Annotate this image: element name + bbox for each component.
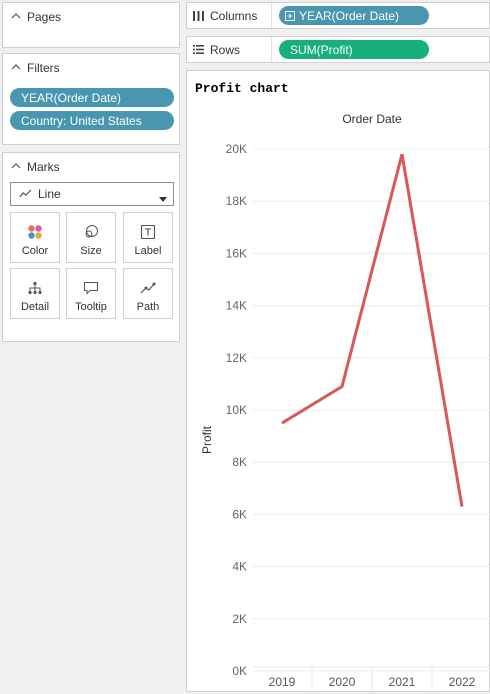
- columns-shelf[interactable]: Columns YEAR(Order Date): [186, 2, 490, 29]
- mark-type-dropdown[interactable]: Line: [10, 182, 174, 206]
- color-label: Color: [21, 245, 49, 257]
- y-tick-label: 0K: [232, 664, 247, 678]
- x-tick-label: 2021: [389, 675, 416, 689]
- y-tick-label: 20K: [226, 142, 247, 156]
- pages-header[interactable]: Pages: [11, 10, 61, 24]
- filter-pill-year[interactable]: YEAR(Order Date): [10, 88, 174, 107]
- y-tick-label: 8K: [232, 455, 247, 469]
- rows-shelf[interactable]: Rows SUM(Profit): [186, 36, 490, 63]
- size-icon: [83, 221, 99, 243]
- profit-series-line: [281, 153, 464, 507]
- filters-panel: Filters YEAR(Order Date) Country: United…: [2, 53, 180, 145]
- label-label: Label: [134, 245, 162, 257]
- profit-line-chart[interactable]: 0K 2K 4K 6K 8K 10K 12K 14K 16K 18K 20K 2019 2020 2021…: [187, 71, 490, 693]
- path-icon: [140, 277, 156, 299]
- detail-label: Detail: [20, 301, 50, 313]
- y-tick-label: 4K: [232, 560, 247, 574]
- y-tick-label: 12K: [226, 351, 247, 365]
- color-button[interactable]: Color: [10, 212, 60, 263]
- tooltip-label: Tooltip: [75, 301, 107, 313]
- y-tick-label: 6K: [232, 507, 247, 521]
- columns-title: Columns: [210, 8, 258, 23]
- label-button[interactable]: T Label: [123, 212, 173, 263]
- detail-button[interactable]: Detail: [10, 268, 60, 319]
- line-mark-icon: [19, 189, 32, 199]
- marks-title: Marks: [27, 160, 60, 174]
- size-label: Size: [80, 245, 102, 257]
- text-label-icon: T: [141, 221, 155, 243]
- filters-title: Filters: [27, 61, 60, 75]
- x-tick-label: 2019: [269, 675, 296, 689]
- view-area: Profit chart 0K 2K 4K 6K 8K 10K 12K 14K 16K 18K 20…: [186, 70, 490, 693]
- chevron-up-icon[interactable]: [11, 12, 23, 22]
- path-label: Path: [136, 301, 160, 313]
- chevron-up-icon[interactable]: [11, 162, 23, 172]
- y-tick-label: 16K: [226, 246, 247, 260]
- y-tick-label: 18K: [226, 194, 247, 208]
- chevron-down-icon[interactable]: [159, 191, 167, 205]
- rows-icon: [193, 45, 204, 54]
- y-tick-label: 2K: [232, 612, 247, 626]
- columns-icon: [193, 10, 204, 21]
- columns-pill-label: YEAR(Order Date): [299, 8, 400, 23]
- marks-panel: Marks Line Color Size T Label Detail Too…: [2, 152, 180, 342]
- path-button[interactable]: Path: [123, 268, 173, 319]
- size-button[interactable]: Size: [66, 212, 116, 263]
- pages-panel: Pages: [2, 2, 180, 48]
- x-tick-label: 2022: [449, 675, 476, 689]
- pages-title: Pages: [27, 10, 62, 24]
- rows-pill[interactable]: SUM(Profit): [279, 40, 429, 59]
- x-tick-label: 2020: [329, 675, 356, 689]
- tooltip-button[interactable]: Tooltip: [66, 268, 116, 319]
- color-icon: [27, 221, 43, 243]
- y-tick-label: 14K: [226, 299, 247, 313]
- filter-pill-country[interactable]: Country: United States: [10, 111, 174, 130]
- chevron-up-icon[interactable]: [11, 63, 23, 73]
- columns-shelf-label: Columns: [193, 3, 257, 28]
- rows-shelf-label: Rows: [193, 37, 240, 62]
- svg-text:T: T: [144, 228, 152, 239]
- columns-pill[interactable]: YEAR(Order Date): [279, 6, 429, 25]
- shelf-divider: [271, 37, 272, 62]
- mark-type-value: Line: [38, 187, 61, 201]
- x-axis-title: Order Date: [342, 112, 402, 126]
- rows-title: Rows: [210, 42, 241, 57]
- marks-header[interactable]: Marks: [11, 160, 60, 174]
- filters-header[interactable]: Filters: [11, 61, 60, 75]
- detail-icon: [27, 277, 43, 299]
- expand-plus-icon[interactable]: [285, 10, 295, 21]
- y-tick-label: 10K: [226, 403, 247, 417]
- shelf-divider: [271, 3, 272, 28]
- tooltip-icon: [83, 277, 99, 299]
- y-axis-title: Profit: [200, 425, 214, 454]
